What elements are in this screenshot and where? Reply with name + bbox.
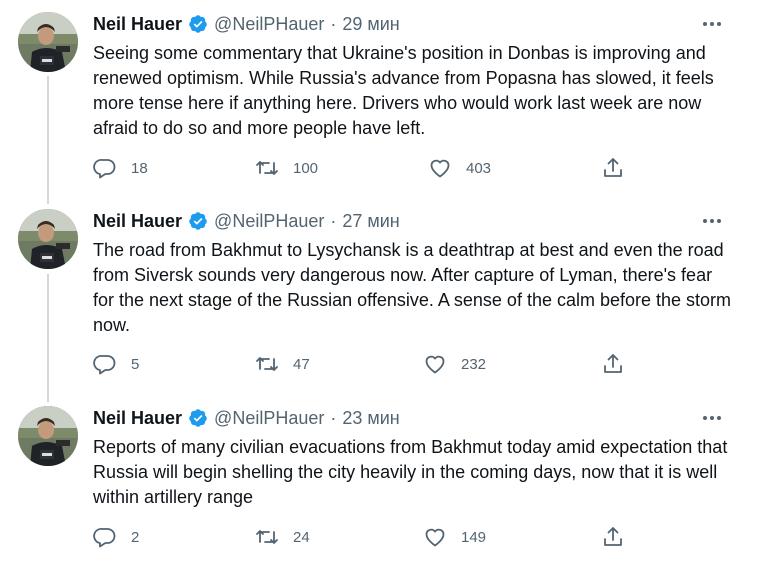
tweet-text: Reports of many civilian evacuations fro… (93, 437, 728, 507)
share-icon (604, 158, 622, 177)
retweet-count: 24 (293, 528, 310, 546)
verified-badge-icon (189, 212, 207, 230)
like-button[interactable]: 149 (423, 525, 486, 549)
avatar-photo (18, 406, 78, 466)
reply-button[interactable]: 18 (93, 156, 148, 180)
avatar-photo (18, 12, 78, 72)
reply-icon (93, 159, 116, 179)
reply-button[interactable]: 5 (93, 352, 139, 376)
separator-dot: · (330, 13, 337, 34)
heart-icon (425, 528, 445, 547)
like-button[interactable]: 232 (423, 352, 486, 376)
reply-count: 18 (131, 159, 148, 177)
retweet-icon (256, 530, 278, 544)
heart-icon (425, 355, 445, 374)
share-button[interactable] (601, 156, 625, 180)
author-handle[interactable]: @NeilPHauer (214, 14, 324, 35)
heart-icon (430, 159, 450, 178)
author-name[interactable]: Neil Hauer (93, 14, 182, 35)
tweet[interactable]: Neil Hauer @NeilPHauer · 23 мин Reports … (0, 394, 757, 577)
share-button[interactable] (601, 525, 625, 549)
retweet-count: 47 (293, 355, 310, 373)
tweet-actions: 5 47 232 (93, 352, 633, 380)
share-icon (604, 354, 622, 373)
timestamp[interactable]: 27 мин (342, 211, 399, 232)
retweet-icon (256, 357, 278, 371)
tweet[interactable]: Neil Hauer @NeilPHauer · 27 мин The road… (0, 197, 757, 394)
timestamp[interactable]: 29 мин (342, 14, 399, 35)
separator-dot: · (330, 407, 337, 428)
reply-count: 2 (131, 528, 140, 546)
author-handle[interactable]: @NeilPHauer (214, 211, 324, 232)
retweet-button[interactable]: 47 (255, 352, 310, 376)
avatar[interactable] (18, 209, 78, 269)
separator-dot: · (330, 210, 337, 231)
retweet-count: 100 (293, 159, 319, 177)
retweet-button[interactable]: 100 (255, 156, 318, 180)
like-count: 403 (466, 159, 492, 177)
reply-icon (93, 528, 116, 548)
avatar-photo (18, 209, 78, 269)
like-button[interactable]: 403 (428, 156, 491, 180)
more-dots-icon[interactable] (701, 211, 723, 231)
share-button[interactable] (601, 352, 625, 376)
like-count: 232 (461, 355, 487, 373)
author-name[interactable]: Neil Hauer (93, 408, 182, 429)
avatar[interactable] (18, 12, 78, 72)
avatar[interactable] (18, 406, 78, 466)
verified-badge-icon (189, 409, 207, 427)
author-handle[interactable]: @NeilPHauer (214, 408, 324, 429)
tweet-actions: 18 100 403 (93, 156, 633, 184)
tweet[interactable]: Neil Hauer @NeilPHauer · 29 мин Seeing s… (0, 0, 757, 197)
more-dots-icon[interactable] (701, 408, 723, 428)
more-dots-icon[interactable] (701, 14, 723, 34)
tweet-text: Seeing some commentary that Ukraine's po… (93, 43, 714, 138)
reply-count: 5 (131, 355, 140, 373)
reply-button[interactable]: 2 (93, 525, 139, 549)
verified-badge-icon (189, 15, 207, 33)
reply-icon (93, 355, 116, 375)
retweet-button[interactable]: 24 (255, 525, 310, 549)
timestamp[interactable]: 23 мин (342, 408, 399, 429)
author-name[interactable]: Neil Hauer (93, 211, 182, 232)
tweet-text: The road from Bakhmut to Lysychansk is a… (93, 240, 732, 335)
like-count: 149 (461, 528, 487, 546)
tweet-actions: 2 24 149 (93, 525, 633, 553)
share-icon (604, 527, 622, 546)
retweet-icon (256, 161, 278, 175)
